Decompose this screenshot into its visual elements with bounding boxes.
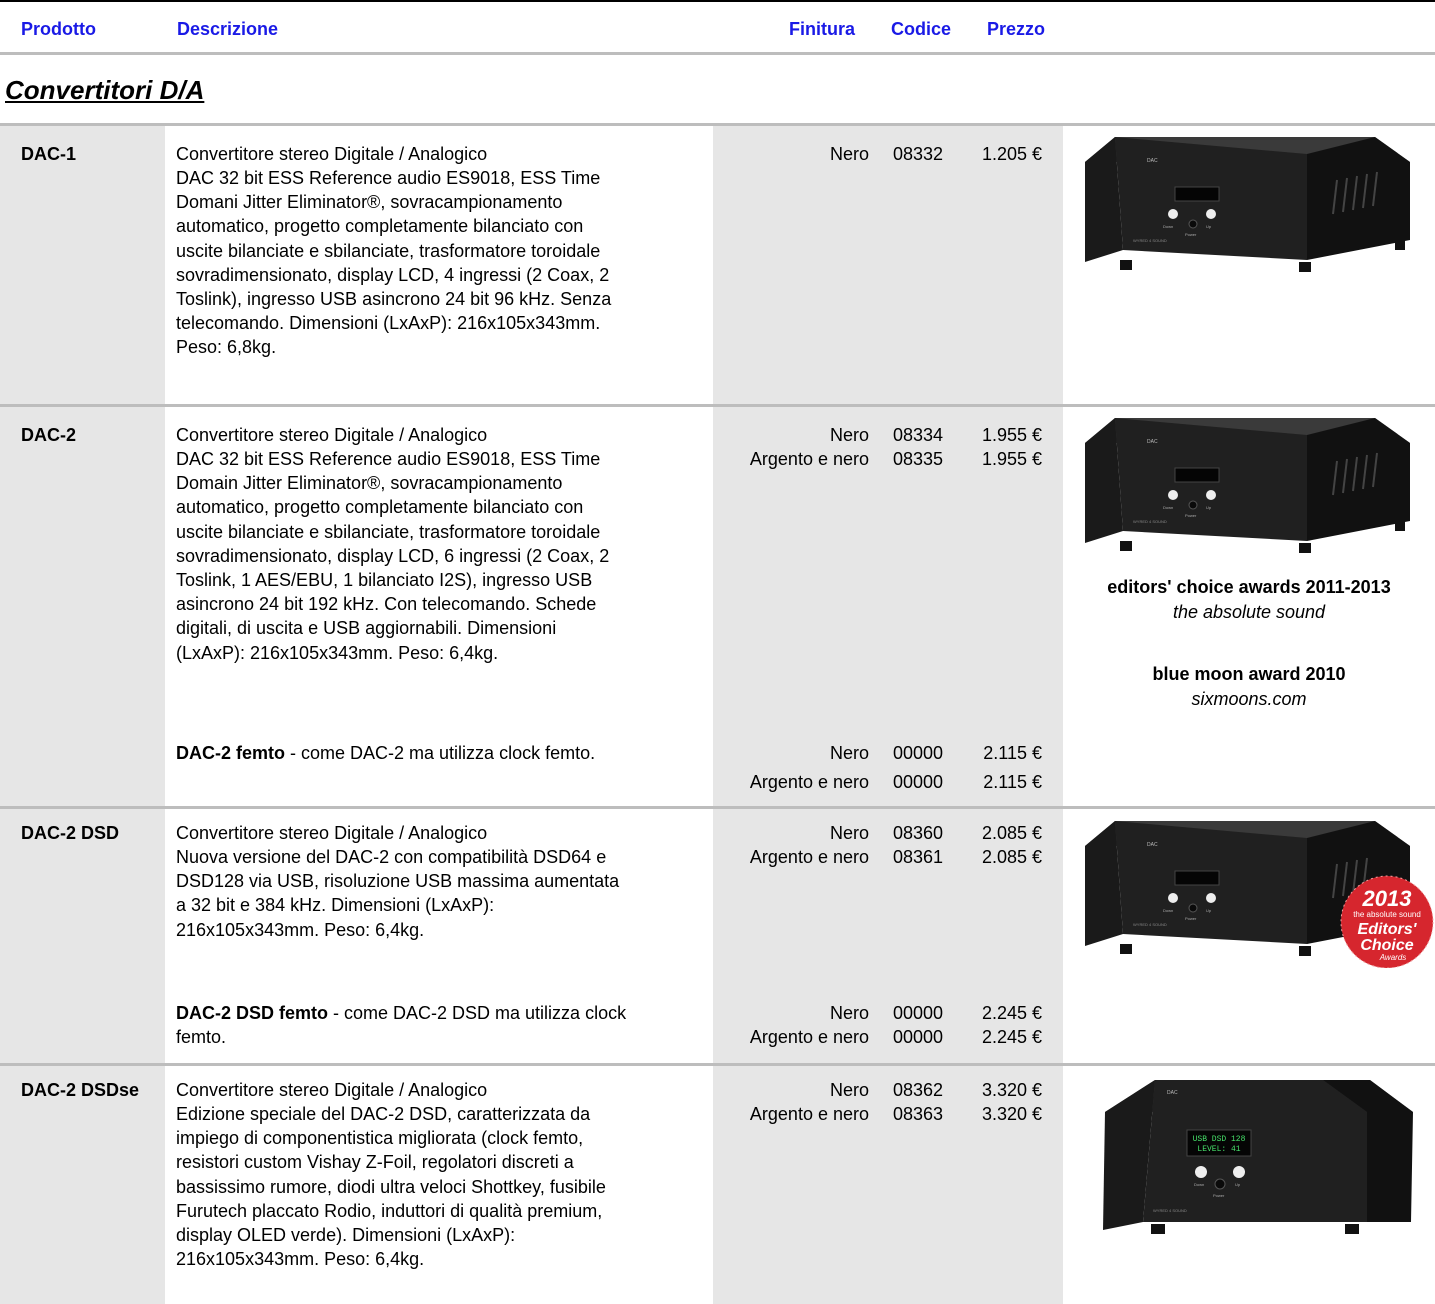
price: 2.245 € — [981, 1027, 1042, 1047]
device-maker-label: WYRED 4 SOUND — [1133, 519, 1167, 524]
code: 00000 — [893, 772, 944, 792]
finish: Argento e nero — [749, 1104, 869, 1124]
device-down-label: Down — [1163, 505, 1173, 510]
device-brand-label: DAC — [1147, 439, 1158, 445]
dac-2-product-image: DAC Down Up Power WYRED 4 SOUND — [1085, 418, 1410, 553]
variant-line: DAC-2 femto - come DAC-2 ma utilizza clo… — [176, 741, 716, 765]
header-codice: Codice — [891, 19, 952, 39]
price: 1.955 € — [981, 425, 1042, 445]
price: 3.320 € — [981, 1080, 1042, 1100]
product-description: DAC 32 bit ESS Reference audio ES9018, E… — [176, 449, 610, 663]
device-up-label: Up — [1206, 505, 1212, 510]
code: 08335 — [893, 449, 944, 469]
device-brand-label: DAC — [1167, 1090, 1178, 1096]
product-name: DAC-1 — [21, 144, 77, 164]
price: 1.955 € — [981, 449, 1042, 469]
device-up-label: Up — [1206, 224, 1212, 229]
header-finitura: Finitura — [789, 19, 855, 39]
finish: Argento e nero — [749, 772, 869, 792]
device-maker-label: WYRED 4 SOUND — [1133, 922, 1167, 927]
finish: Nero — [829, 144, 869, 164]
finish: Nero — [829, 425, 869, 445]
price: 2.085 € — [981, 847, 1042, 867]
device-brand-label: DAC — [1147, 158, 1158, 164]
price: 2.115 € — [983, 743, 1042, 763]
code: 08332 — [893, 144, 944, 164]
svg-text:2013: 2013 — [1362, 886, 1412, 911]
header-prezzo: Prezzo — [987, 19, 1046, 39]
variant-name: DAC-2 DSD femto — [176, 1003, 329, 1023]
device-up-label: Up — [1235, 1182, 1241, 1187]
device-power-label: Power — [1213, 1193, 1225, 1198]
device-power-label: Power — [1185, 232, 1197, 237]
finish: Argento e nero — [749, 847, 869, 867]
product-title: Convertitore stereo Digitale / Analogico — [176, 1080, 488, 1100]
code: 08361 — [893, 847, 944, 867]
product-name: DAC-2 — [21, 425, 77, 445]
oled-line-1: USB DSD 128 — [1193, 1135, 1246, 1144]
price: 2.115 € — [983, 772, 1042, 792]
code: 08362 — [893, 1080, 944, 1100]
row-separator — [0, 806, 1435, 809]
device-down-label: Down — [1194, 1182, 1204, 1187]
code: 08360 — [893, 823, 944, 843]
code: 08334 — [893, 425, 944, 445]
dac-2-dsdse-product-image: USB DSD 128 LEVEL: 41 DAC Down Up Power … — [1103, 1080, 1413, 1234]
variant-text: - come DAC-2 ma utilizza clock femto. — [285, 743, 596, 763]
section-title: Convertitori D/A — [5, 75, 205, 105]
svg-text:Editors': Editors' — [1358, 921, 1418, 938]
header-descrizione: Descrizione — [177, 19, 279, 39]
row-separator — [0, 404, 1435, 407]
top-rule — [0, 0, 1435, 2]
price: 3.320 € — [981, 1104, 1042, 1124]
product-title: Convertitore stereo Digitale / Analogico — [176, 823, 488, 843]
award-editors-choice: editors' choice awards 2011-2013 the abs… — [1107, 577, 1391, 622]
product-column-bg — [0, 125, 165, 1304]
product-description: Edizione speciale del DAC-2 DSD, caratte… — [176, 1104, 606, 1270]
svg-text:Choice: Choice — [1360, 937, 1413, 954]
device-power-label: Power — [1185, 916, 1197, 921]
variant-name: DAC-2 femto — [176, 743, 286, 763]
oled-line-2: LEVEL: 41 — [1197, 1145, 1240, 1154]
product-name: DAC-2 DSD — [21, 823, 120, 843]
product-description: Nuova versione del DAC-2 con compatibili… — [176, 847, 620, 940]
editors-choice-badge: 2013 the absolute sound Editors' Choice … — [1340, 875, 1434, 968]
finish: Nero — [829, 743, 869, 763]
device-power-label: Power — [1185, 513, 1197, 518]
svg-text:Awards: Awards — [1379, 953, 1407, 962]
price: 1.205 € — [981, 144, 1042, 164]
dac-2-dsd-product-image: DAC Down Up Power WYRED 4 SOUND 2013 the… — [1085, 821, 1434, 968]
svg-text:the absolute sound: the absolute sound — [1353, 910, 1421, 919]
code: 00000 — [893, 1027, 944, 1047]
product-title: Convertitore stereo Digitale / Analogico — [176, 425, 488, 445]
device-up-label: Up — [1206, 908, 1212, 913]
finish: Argento e nero — [749, 1027, 869, 1047]
price: 2.085 € — [981, 823, 1042, 843]
header-prodotto: Prodotto — [21, 19, 96, 39]
product-title: Convertitore stereo Digitale / Analogico — [176, 144, 488, 164]
device-down-label: Down — [1163, 908, 1173, 913]
device-brand-label: DAC — [1147, 842, 1158, 848]
award-blue-moon: blue moon award 2010 sixmoons.com — [1152, 664, 1346, 709]
code: 08363 — [893, 1104, 944, 1124]
device-maker-label: WYRED 4 SOUND — [1133, 238, 1167, 243]
product-name: DAC-2 DSDse — [21, 1080, 140, 1100]
row-separator — [0, 1063, 1435, 1066]
variant-line: DAC-2 DSD femto - come DAC-2 DSD ma util… — [176, 1001, 716, 1049]
finish: Nero — [829, 823, 869, 843]
device-maker-label: WYRED 4 SOUND — [1153, 1208, 1187, 1213]
product-description: DAC 32 bit ESS Reference audio ES9018, E… — [176, 168, 612, 358]
header-separator — [0, 52, 1435, 55]
row-separator — [0, 123, 1435, 126]
code: 00000 — [893, 1003, 944, 1023]
price: 2.245 € — [981, 1003, 1042, 1023]
device-down-label: Down — [1163, 224, 1173, 229]
dac-1-product-image: DAC Down Up Power WYRED 4 SOUND — [1085, 137, 1410, 272]
finish: Argento e nero — [749, 449, 869, 469]
pricing-columns-bg — [713, 125, 1063, 1304]
code: 00000 — [893, 743, 944, 763]
finish: Nero — [829, 1003, 869, 1023]
finish: Nero — [829, 1080, 869, 1100]
